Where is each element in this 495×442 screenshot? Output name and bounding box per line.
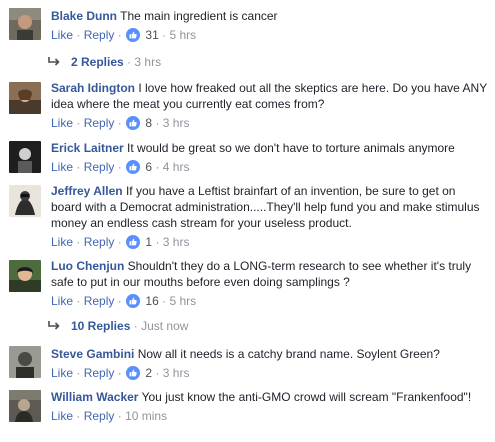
timestamp[interactable]: 3 hrs	[163, 366, 190, 380]
comment-actions: Like · Reply · 31 · 5 hrs	[51, 27, 487, 43]
separator: ·	[117, 294, 122, 308]
separator: ·	[133, 319, 138, 333]
reaction-count[interactable]: 16	[145, 294, 158, 308]
replies-time: 3 hrs	[134, 55, 162, 69]
reply-link[interactable]: Reply	[84, 160, 115, 174]
replies-count[interactable]: 10 Replies	[71, 319, 130, 333]
replies-time: Just now	[141, 319, 189, 333]
thumbs-up-icon[interactable]	[126, 116, 141, 130]
comment-author[interactable]: Sarah Idington	[51, 81, 135, 95]
comment-actions: Like · Reply · 10 mins	[51, 408, 487, 424]
separator: ·	[162, 28, 167, 42]
reply-arrow-icon	[48, 57, 60, 66]
separator: ·	[76, 235, 81, 249]
separator: ·	[117, 235, 122, 249]
reaction-count[interactable]: 6	[145, 160, 152, 174]
avatar[interactable]	[9, 346, 41, 378]
comment-actions: Like · Reply · 6 · 4 hrs	[51, 159, 487, 175]
comment-text: You just know the anti-GMO crowd will sc…	[141, 390, 472, 404]
thumbs-up-icon[interactable]	[126, 235, 141, 249]
reaction-count[interactable]: 2	[145, 366, 152, 380]
comment-author[interactable]: Erick Laitner	[51, 141, 124, 155]
separator: ·	[127, 55, 132, 69]
avatar[interactable]	[9, 8, 41, 40]
like-link[interactable]: Like	[51, 160, 73, 174]
separator: ·	[117, 366, 122, 380]
separator: ·	[76, 294, 81, 308]
timestamp[interactable]: 4 hrs	[163, 160, 190, 174]
like-link[interactable]: Like	[51, 116, 73, 130]
timestamp[interactable]: 10 mins	[125, 409, 167, 423]
like-link[interactable]: Like	[51, 366, 73, 380]
separator: ·	[117, 28, 122, 42]
separator: ·	[155, 366, 160, 380]
separator: ·	[76, 409, 81, 423]
separator: ·	[155, 235, 160, 249]
reply-link[interactable]: Reply	[84, 294, 115, 308]
comment-text: The main ingredient is cancer	[120, 9, 278, 23]
timestamp[interactable]: 5 hrs	[169, 294, 196, 308]
separator: ·	[76, 160, 81, 174]
reply-link[interactable]: Reply	[84, 28, 115, 42]
reply-link[interactable]: Reply	[84, 116, 115, 130]
like-link[interactable]: Like	[51, 235, 73, 249]
comment-author[interactable]: Blake Dunn	[51, 9, 117, 23]
avatar[interactable]	[9, 185, 41, 217]
reaction-count[interactable]: 31	[145, 28, 158, 42]
reply-link[interactable]: Reply	[84, 235, 115, 249]
timestamp[interactable]: 5 hrs	[169, 28, 196, 42]
avatar[interactable]	[9, 260, 41, 292]
replies-count[interactable]: 2 Replies	[71, 55, 124, 69]
thumbs-up-icon[interactable]	[126, 160, 141, 174]
comment-text: It would be great so we don't have to to…	[127, 141, 455, 155]
separator: ·	[76, 366, 81, 380]
reaction-count[interactable]: 1	[145, 235, 152, 249]
comment-author[interactable]: William Wacker	[51, 390, 138, 404]
separator: ·	[117, 116, 122, 130]
comment-text: Now all it needs is a catchy brand name.…	[137, 347, 440, 361]
separator: ·	[76, 116, 81, 130]
separator: ·	[155, 160, 160, 174]
separator: ·	[117, 409, 122, 423]
comment-feed: Blake Dunn The main ingredient is cancer…	[0, 0, 495, 442]
separator: ·	[76, 28, 81, 42]
like-link[interactable]: Like	[51, 28, 73, 42]
avatar[interactable]	[9, 390, 41, 422]
like-link[interactable]: Like	[51, 409, 73, 423]
comment-actions: Like · Reply · 8 · 3 hrs	[51, 115, 487, 131]
replies-link[interactable]: 2 Replies · 3 hrs	[47, 54, 161, 70]
comment-actions: Like · Reply · 1 · 3 hrs	[51, 234, 487, 250]
reply-link[interactable]: Reply	[84, 409, 115, 423]
separator: ·	[162, 294, 167, 308]
like-link[interactable]: Like	[51, 294, 73, 308]
avatar[interactable]	[9, 82, 41, 114]
separator: ·	[117, 160, 122, 174]
thumbs-up-icon[interactable]	[126, 294, 141, 308]
thumbs-up-icon[interactable]	[126, 366, 141, 380]
comment-author[interactable]: Steve Gambini	[51, 347, 134, 361]
comment-author[interactable]: Jeffrey Allen	[51, 184, 123, 198]
comment-actions: Like · Reply · 16 · 5 hrs	[51, 293, 487, 309]
comment-actions: Like · Reply · 2 · 3 hrs	[51, 365, 487, 381]
comment-author[interactable]: Luo Chenjun	[51, 259, 124, 273]
reaction-count[interactable]: 8	[145, 116, 152, 130]
replies-link[interactable]: 10 Replies · Just now	[47, 318, 188, 334]
thumbs-up-icon[interactable]	[126, 28, 141, 42]
timestamp[interactable]: 3 hrs	[163, 116, 190, 130]
reply-link[interactable]: Reply	[84, 366, 115, 380]
separator: ·	[155, 116, 160, 130]
timestamp[interactable]: 3 hrs	[163, 235, 190, 249]
avatar[interactable]	[9, 141, 41, 173]
reply-arrow-icon	[48, 321, 60, 330]
